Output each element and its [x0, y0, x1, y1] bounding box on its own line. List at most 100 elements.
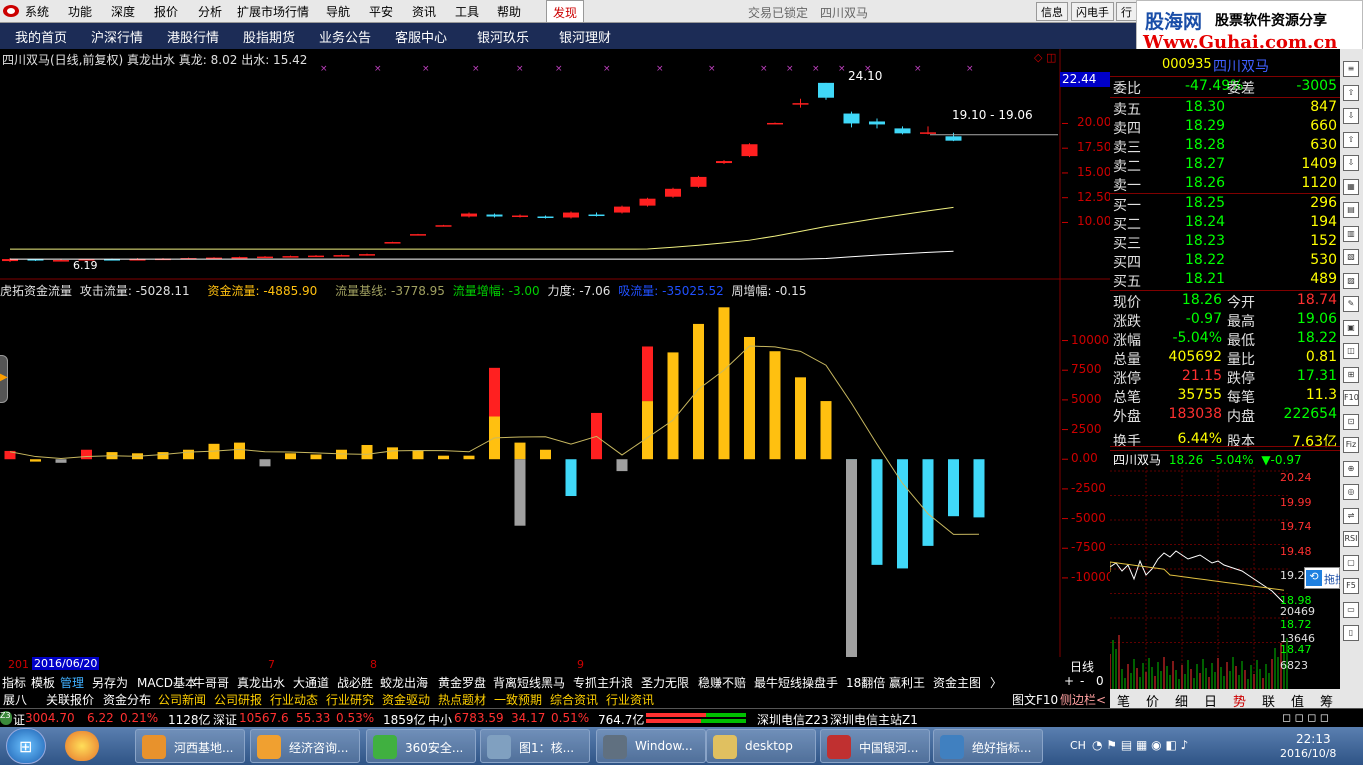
sidebar-tool-icon[interactable]: ⊞ [1343, 366, 1359, 383]
menu-item-news[interactable]: 资讯 [412, 3, 436, 20]
sidebar-tool-icon[interactable]: F5 [1343, 578, 1359, 594]
indicator-tab[interactable]: 另存为 [92, 674, 128, 691]
indicator-tab[interactable]: 资金主图 [933, 674, 981, 691]
menu-item-discover[interactable]: 发现 [546, 0, 585, 23]
sidebar-tool-icon[interactable]: ✎ [1343, 296, 1359, 312]
pinned-app-icon[interactable] [65, 731, 99, 761]
indicator-tab[interactable]: 黄金罗盘 [438, 674, 486, 691]
info-tab[interactable]: 资金分布 [103, 691, 151, 708]
taskbar-window-button[interactable]: Window... [596, 729, 706, 763]
connection-server-1[interactable]: 深圳电信Z23 [757, 711, 829, 728]
menu-item-tools[interactable]: 工具 [455, 3, 479, 20]
indicator-tab[interactable]: 18翻倍 [846, 674, 885, 691]
info-tab[interactable]: 关联报价 [46, 691, 94, 708]
info-tab[interactable]: 公司新闻 [158, 691, 206, 708]
sidebar-tool-icon[interactable]: ⇩ [1343, 108, 1359, 124]
nav-hk-market[interactable]: 港股行情 [167, 27, 219, 46]
sidebar-tool-icon[interactable]: ▢ [1343, 554, 1359, 571]
sidebar-tool-icon[interactable]: ◫ [1343, 343, 1359, 359]
sidebar-tool-icon[interactable]: ◎ [1343, 484, 1359, 500]
info-tab[interactable]: 行业动态 [270, 691, 318, 708]
nav-home[interactable]: 我的首页 [15, 27, 67, 46]
indicator-tab[interactable]: 专抓主升浪 [573, 674, 633, 691]
info-tab[interactable]: 一致预期 [494, 691, 542, 708]
nav-yinhe-finance[interactable]: 银河理财 [559, 27, 611, 46]
taskbar-window-button[interactable]: 经济咨询... [250, 729, 360, 763]
info-tab[interactable]: 行业资讯 [606, 691, 654, 708]
taskbar-window-button[interactable]: desktop [706, 729, 816, 763]
info-tab[interactable]: 展八 [3, 691, 27, 708]
menu-item-depth[interactable]: 深度 [111, 3, 135, 20]
menu-item-quote[interactable]: 报价 [154, 3, 178, 20]
sidebar-tool-icon[interactable]: ⊡ [1343, 413, 1359, 430]
info-tab[interactable]: 行业研究 [326, 691, 374, 708]
sidebar-tool-icon[interactable]: ≡ [1343, 61, 1359, 77]
indicator-tab[interactable]: 赢利王 [889, 674, 925, 691]
drag-float-button[interactable]: ⟲ 拖拽 [1304, 567, 1346, 589]
indicator-tab[interactable]: 牛哥哥 [193, 674, 229, 691]
info-tab[interactable]: 资金驱动 [382, 691, 430, 708]
f10-button[interactable]: 图文F10 [1012, 691, 1058, 708]
indicator-tab[interactable]: 背离短线黑马 [493, 674, 565, 691]
nav-yinhe-joy[interactable]: 银河玖乐 [477, 27, 529, 46]
language-indicator[interactable]: CH [1070, 739, 1086, 752]
nav-futures[interactable]: 股指期货 [243, 27, 295, 46]
tray-icons[interactable]: ◔ ⚑ ▤ ▦ ◉ ◧ ♪ [1092, 738, 1188, 752]
nav-customer-service[interactable]: 客服中心 [395, 27, 447, 46]
menu-item-analysis[interactable]: 分析 [198, 3, 222, 20]
taskbar-window-button[interactable]: 中国银河... [820, 729, 930, 763]
sidebar-tool-icon[interactable]: RSI [1343, 531, 1359, 547]
info-tab[interactable]: 公司研报 [214, 691, 262, 708]
info-tab[interactable]: 综合资讯 [550, 691, 598, 708]
start-button[interactable]: ⊞ [6, 728, 46, 764]
sidebar-tool-icon[interactable]: ▥ [1343, 225, 1359, 242]
indicator-tab[interactable]: 管理 [60, 674, 84, 691]
sidebar-tool-icon[interactable]: ⇧ [1343, 84, 1359, 101]
menu-item-function[interactable]: 功能 [68, 3, 92, 20]
zoom-in-button[interactable]: + [1064, 674, 1074, 688]
status-tray-icons[interactable]: ◻ ◻ ◻ ◻ [1282, 711, 1329, 724]
sidebar-tool-icon[interactable]: ▭ [1343, 601, 1359, 618]
sidebar-tool-icon[interactable]: F10 [1343, 390, 1359, 406]
sidebar-tool-icon[interactable]: ▦ [1343, 178, 1359, 195]
menu-item-ext-market[interactable]: 扩展市场行情 [237, 3, 309, 20]
menu-item-pingan[interactable]: 平安 [369, 3, 393, 20]
indicator-tab[interactable]: 战必胜 [337, 674, 373, 691]
indicator-tab[interactable]: 最牛短线操盘手 [754, 674, 838, 691]
sidebar-tool-icon[interactable]: ⇧ [1343, 131, 1359, 148]
taskbar-window-button[interactable]: 河西基地... [135, 729, 245, 763]
indicator-tab[interactable]: 蛟龙出海 [380, 674, 428, 691]
indicator-tab[interactable]: 稳赚不赔 [698, 674, 746, 691]
clock-time[interactable]: 22:13 [1296, 732, 1331, 746]
sidebar-tool-icon[interactable]: ▯ [1343, 625, 1359, 641]
flash-trade-button[interactable]: 闪电手 [1071, 2, 1114, 21]
nav-announcements[interactable]: 业务公告 [319, 27, 371, 46]
taskbar-window-button[interactable]: 图1：核... [480, 729, 590, 763]
sidebar-toggle-button[interactable]: 侧边栏< [1060, 691, 1106, 708]
zoom-out-button[interactable]: - [1080, 674, 1084, 688]
main-chart-area[interactable]: × × × × × × × × × × × × × × × × [0, 49, 1110, 673]
info-button[interactable]: 信息 [1036, 2, 1068, 21]
connection-server-2[interactable]: 深圳电信主站Z1 [830, 711, 918, 728]
sidebar-tool-icon[interactable]: ⇩ [1343, 155, 1359, 171]
sidebar-tool-icon[interactable]: ⇌ [1343, 507, 1359, 524]
taskbar-window-button[interactable]: 绝好指标... [933, 729, 1043, 763]
info-tab[interactable]: 热点题材 [438, 691, 486, 708]
zoom-reset-button[interactable]: 0 [1096, 674, 1104, 688]
nav-hs-market[interactable]: 沪深行情 [91, 27, 143, 46]
sidebar-tool-icon[interactable]: ▤ [1343, 202, 1359, 218]
sidebar-tool-icon[interactable]: Fiz [1343, 437, 1359, 453]
sidebar-tool-icon[interactable]: ⊕ [1343, 460, 1359, 477]
indicator-tab[interactable]: 大通道 [293, 674, 329, 691]
market-button[interactable]: 行 [1116, 2, 1137, 21]
menu-item-nav[interactable]: 导航 [326, 3, 350, 20]
indicator-tab[interactable]: 圣力无限 [641, 674, 689, 691]
indicator-tab[interactable]: 模板 [31, 674, 55, 691]
left-panel-toggle[interactable]: ▶ [0, 355, 8, 403]
indicator-tab[interactable]: 真龙出水 [237, 674, 285, 691]
menu-item-help[interactable]: 帮助 [497, 3, 521, 20]
taskbar-window-button[interactable]: 360安全... [366, 729, 476, 763]
clock-date[interactable]: 2016/10/8 [1280, 747, 1336, 760]
sidebar-tool-icon[interactable]: ▣ [1343, 319, 1359, 336]
sidebar-tool-icon[interactable]: ▨ [1343, 272, 1359, 289]
